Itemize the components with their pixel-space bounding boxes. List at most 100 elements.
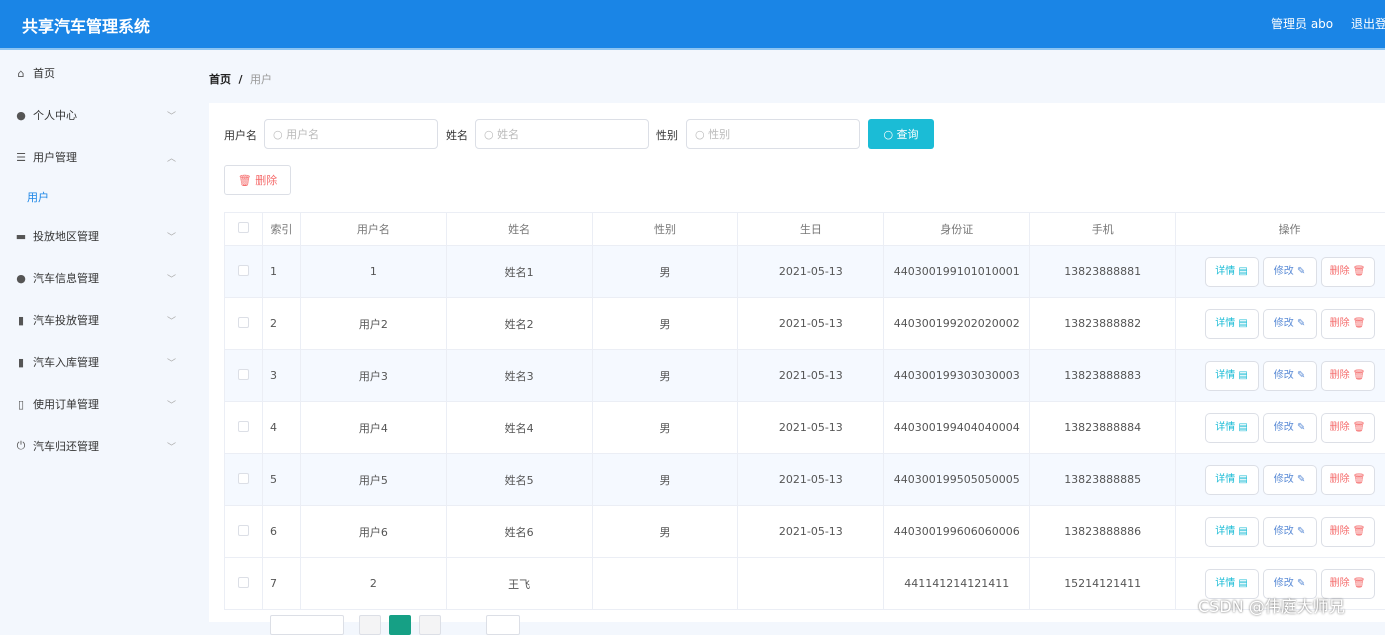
goto-page-input[interactable] xyxy=(486,615,520,635)
row-checkbox[interactable] xyxy=(225,506,263,558)
row-checkbox[interactable] xyxy=(225,402,263,454)
table-cell: 13823888884 xyxy=(1030,402,1176,454)
edit-button[interactable]: 修改 ✎ xyxy=(1263,413,1317,443)
sidebar-item-2[interactable]: ☰用户管理︿ xyxy=(0,136,190,178)
app-title: 共享汽车管理系统 xyxy=(22,13,150,37)
sidebar-item-label: 汽车信息管理 xyxy=(33,270,99,286)
row-checkbox[interactable] xyxy=(225,558,263,610)
table-cell: 姓名5 xyxy=(446,454,592,506)
delete-button[interactable]: 删除 🗑 xyxy=(1321,465,1375,495)
table-cell: 3 xyxy=(262,350,300,402)
column-header: 性别 xyxy=(592,213,738,246)
trash-icon: 🗑 xyxy=(238,174,255,187)
monitor-icon: ▬ xyxy=(15,230,27,242)
breadcrumb-home[interactable]: 首页 xyxy=(209,73,231,86)
row-checkbox[interactable] xyxy=(225,298,263,350)
breadcrumb-separator: / xyxy=(239,73,243,86)
edit-button[interactable]: 修改 ✎ xyxy=(1263,361,1317,391)
list-icon: ☰ xyxy=(15,151,27,163)
detail-button[interactable]: 详情 ▤ xyxy=(1205,517,1259,547)
table-cell: 13823888881 xyxy=(1030,246,1176,298)
table-row: 2用户2姓名2男2021-05-134403001992020200021382… xyxy=(225,298,1385,350)
logout-link[interactable]: 退出登录 xyxy=(1351,15,1385,32)
table-cell: 13823888885 xyxy=(1030,454,1176,506)
table-cell: 2021-05-13 xyxy=(738,246,884,298)
clipboard-icon: ▮ xyxy=(15,356,27,368)
sidebar-item-8[interactable]: ⏻汽车归还管理﹀ xyxy=(0,425,190,467)
row-checkbox[interactable] xyxy=(225,454,263,506)
query-button[interactable]: ○ 查询 xyxy=(868,119,934,149)
actions-cell: 详情 ▤修改 ✎删除 🗑 xyxy=(1176,246,1385,298)
column-header: 姓名 xyxy=(446,213,592,246)
sidebar-item-7[interactable]: ▯使用订单管理﹀ xyxy=(0,383,190,425)
sidebar-item-label: 个人中心 xyxy=(33,107,77,123)
username-input[interactable]: ○ 用户名 xyxy=(264,119,438,149)
edit-button[interactable]: 修改 ✎ xyxy=(1263,465,1317,495)
gender-label: 性别 xyxy=(656,127,678,143)
delete-button[interactable]: 删除 🗑 xyxy=(1321,257,1375,287)
prev-page-button[interactable] xyxy=(359,615,381,635)
current-page-button[interactable] xyxy=(389,615,411,635)
table-cell: 男 xyxy=(592,454,738,506)
column-header: 手机 xyxy=(1030,213,1176,246)
column-header: 用户名 xyxy=(300,213,446,246)
table-cell: 2 xyxy=(262,298,300,350)
admin-user: 管理员 abo xyxy=(1271,15,1333,32)
gender-input[interactable]: ○ 性别 xyxy=(686,119,860,149)
page-size-select[interactable] xyxy=(270,615,344,635)
delete-button[interactable]: 删除 🗑 xyxy=(1321,413,1375,443)
actions-cell: 详情 ▤修改 ✎删除 🗑 xyxy=(1176,350,1385,402)
edit-button[interactable]: 修改 ✎ xyxy=(1263,257,1317,287)
table-cell: 2021-05-13 xyxy=(738,454,884,506)
home-icon: ⌂ xyxy=(15,67,27,79)
table-cell: 用户3 xyxy=(300,350,446,402)
edit-button[interactable]: 修改 ✎ xyxy=(1263,309,1317,339)
table-cell: 440300199202020002 xyxy=(884,298,1030,350)
table-cell: 441141214121411 xyxy=(884,558,1030,610)
breadcrumb-current: 用户 xyxy=(250,73,272,86)
table-cell: 15214121411 xyxy=(1030,558,1176,610)
table-cell: 13823888886 xyxy=(1030,506,1176,558)
chevron-down-icon: ﹀ xyxy=(167,398,176,411)
detail-button[interactable]: 详情 ▤ xyxy=(1205,465,1259,495)
gender-placeholder: 性别 xyxy=(708,126,730,142)
table-cell: 440300199505050005 xyxy=(884,454,1030,506)
delete-button[interactable]: 删除 🗑 xyxy=(1321,309,1375,339)
actions-cell: 详情 ▤修改 ✎删除 🗑 xyxy=(1176,402,1385,454)
row-checkbox[interactable] xyxy=(225,350,263,402)
select-all-checkbox[interactable] xyxy=(225,213,263,246)
sidebar-item-0[interactable]: ⌂ 首页 xyxy=(0,52,190,94)
detail-button[interactable]: 详情 ▤ xyxy=(1205,361,1259,391)
table-cell: 姓名2 xyxy=(446,298,592,350)
sidebar: ⌂首页●个人中心﹀☰用户管理︿▬投放地区管理﹀●汽车信息管理﹀▮汽车投放管理﹀▮… xyxy=(0,52,209,622)
username-label: 用户名 xyxy=(224,127,257,143)
table-cell: 13823888883 xyxy=(1030,350,1176,402)
table-cell: 姓名3 xyxy=(446,350,592,402)
actions-cell: 详情 ▤修改 ✎删除 🗑 xyxy=(1176,454,1385,506)
edit-button[interactable]: 修改 ✎ xyxy=(1263,517,1317,547)
table-cell: 2021-05-13 xyxy=(738,350,884,402)
table-cell xyxy=(592,558,738,610)
sidebar-item-label: 首页 xyxy=(33,65,55,81)
delete-button[interactable]: 删除 🗑 xyxy=(1321,361,1375,391)
sidebar-item-1[interactable]: ●个人中心﹀ xyxy=(0,94,190,136)
sidebar-item-4[interactable]: ●汽车信息管理﹀ xyxy=(0,257,190,299)
sidebar-item-6[interactable]: ▮汽车入库管理﹀ xyxy=(0,341,190,383)
row-checkbox[interactable] xyxy=(225,246,263,298)
delete-button[interactable]: 删除 🗑 xyxy=(1321,517,1375,547)
sidebar-subitem-user[interactable]: 用户 xyxy=(27,189,49,205)
table-cell: 1 xyxy=(262,246,300,298)
sidebar-item-3[interactable]: ▬投放地区管理﹀ xyxy=(0,215,190,257)
table-cell: 7 xyxy=(262,558,300,610)
detail-button[interactable]: 详情 ▤ xyxy=(1205,309,1259,339)
top-header: 共享汽车管理系统 管理员 abo 退出登录 xyxy=(0,0,1385,50)
detail-button[interactable]: 详情 ▤ xyxy=(1205,257,1259,287)
table-cell: 440300199303030003 xyxy=(884,350,1030,402)
name-input[interactable]: ○ 姓名 xyxy=(475,119,649,149)
table-cell: 用户6 xyxy=(300,506,446,558)
detail-button[interactable]: 详情 ▤ xyxy=(1205,413,1259,443)
chevron-down-icon: ﹀ xyxy=(167,440,176,453)
next-page-button[interactable] xyxy=(419,615,441,635)
sidebar-item-5[interactable]: ▮汽车投放管理﹀ xyxy=(0,299,190,341)
batch-delete-button[interactable]: 🗑 删除 xyxy=(224,165,291,195)
